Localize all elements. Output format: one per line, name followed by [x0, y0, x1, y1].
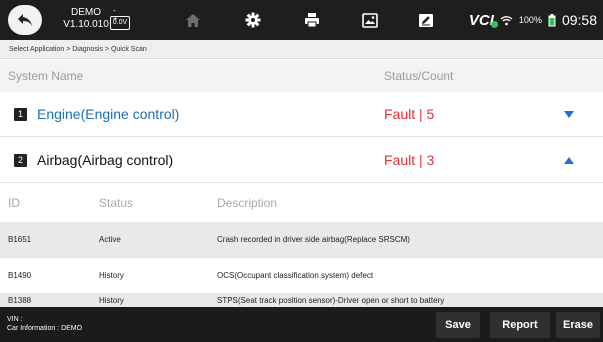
dtc-id: B1388: [8, 296, 32, 305]
vehicle-info: VIN : Car Information : DEMO: [7, 315, 82, 333]
dtc-table-header: ID Status Description: [0, 184, 603, 222]
back-button[interactable]: [8, 5, 42, 35]
dtc-header-status: Status: [99, 196, 134, 210]
settings-button[interactable]: [236, 5, 270, 35]
systems-table-header: System Name Status/Count: [0, 60, 603, 92]
back-arrow-icon: [18, 14, 32, 26]
battery-voltage: 0.0V: [110, 16, 130, 30]
version-label: V1.10.010: [63, 19, 109, 30]
breadcrumb: Select Application > Diagnosis > Quick S…: [0, 40, 603, 59]
header-status-count: Status/Count: [384, 69, 454, 83]
system-name-link[interactable]: Engine(Engine control): [37, 106, 179, 122]
dtc-description: STPS(Seat track position sensor)-Driver …: [217, 296, 445, 305]
vci-connected-dot: [490, 20, 498, 28]
expand-arrow-down-icon[interactable]: [563, 110, 575, 119]
home-icon: [186, 13, 200, 27]
home-button[interactable]: [176, 5, 210, 35]
battery-icon: [548, 13, 556, 26]
car-information: Car Information : DEMO: [7, 325, 83, 332]
dtc-header-id: ID: [8, 196, 20, 210]
dtc-description: OCS(Occupant classification system) defe…: [217, 271, 374, 280]
erase-button[interactable]: Erase: [556, 312, 600, 338]
dtc-status: History: [99, 271, 124, 280]
app-info: DEMO V1.10.010: [58, 7, 114, 31]
dtc-description: Crash recorded in driver side airbag(Rep…: [217, 235, 410, 244]
system-index-badge: 2: [14, 154, 27, 167]
status-area: VCI 100% 09:58: [469, 9, 597, 31]
collapse-arrow-up-icon[interactable]: [563, 156, 575, 165]
vin-label: VIN :: [7, 316, 23, 323]
print-button[interactable]: [295, 5, 329, 35]
report-button[interactable]: Report: [490, 312, 550, 338]
system-status: Fault | 3: [384, 152, 435, 168]
top-toolbar: DEMO V1.10.010 - + 0.0V VCI 100% 09:58: [0, 0, 603, 40]
save-button[interactable]: Save: [436, 312, 480, 338]
dtc-row[interactable]: B1388 History STPS(Seat track position s…: [0, 294, 603, 307]
notes-button[interactable]: [409, 5, 443, 35]
system-index-badge: 1: [14, 108, 27, 121]
edit-icon: [419, 13, 433, 27]
dtc-id: B1651: [8, 235, 32, 244]
system-row-airbag[interactable]: 2 Airbag(Airbag control) Fault | 3: [0, 138, 603, 183]
bottom-bar: VIN : Car Information : DEMO Save Report…: [0, 307, 603, 342]
image-icon: [362, 12, 378, 28]
gear-icon: [245, 12, 261, 28]
screenshot-button[interactable]: [353, 5, 387, 35]
demo-label: DEMO: [71, 7, 101, 18]
system-row-engine[interactable]: 1 Engine(Engine control) Fault | 5: [0, 92, 603, 137]
dtc-row[interactable]: B1651 Active Crash recorded in driver si…: [0, 222, 603, 258]
system-name[interactable]: Airbag(Airbag control): [37, 152, 173, 168]
vci-status: VCI: [468, 11, 498, 29]
vci-label: VCI: [468, 11, 494, 29]
dtc-id: B1490: [8, 271, 32, 280]
dtc-row[interactable]: B1490 History OCS(Occupant classificatio…: [0, 258, 603, 294]
clock: 09:58: [561, 12, 597, 28]
header-system-name: System Name: [8, 69, 84, 83]
wifi-icon: [500, 15, 513, 25]
system-status: Fault | 5: [384, 106, 435, 122]
vehicle-battery-indicator: - + 0.0V: [110, 7, 130, 31]
battery-percent: 100%: [518, 15, 542, 25]
dtc-status: Active: [99, 235, 121, 244]
printer-icon: [305, 13, 319, 28]
dtc-status: History: [99, 296, 124, 305]
dtc-header-description: Description: [217, 196, 278, 210]
